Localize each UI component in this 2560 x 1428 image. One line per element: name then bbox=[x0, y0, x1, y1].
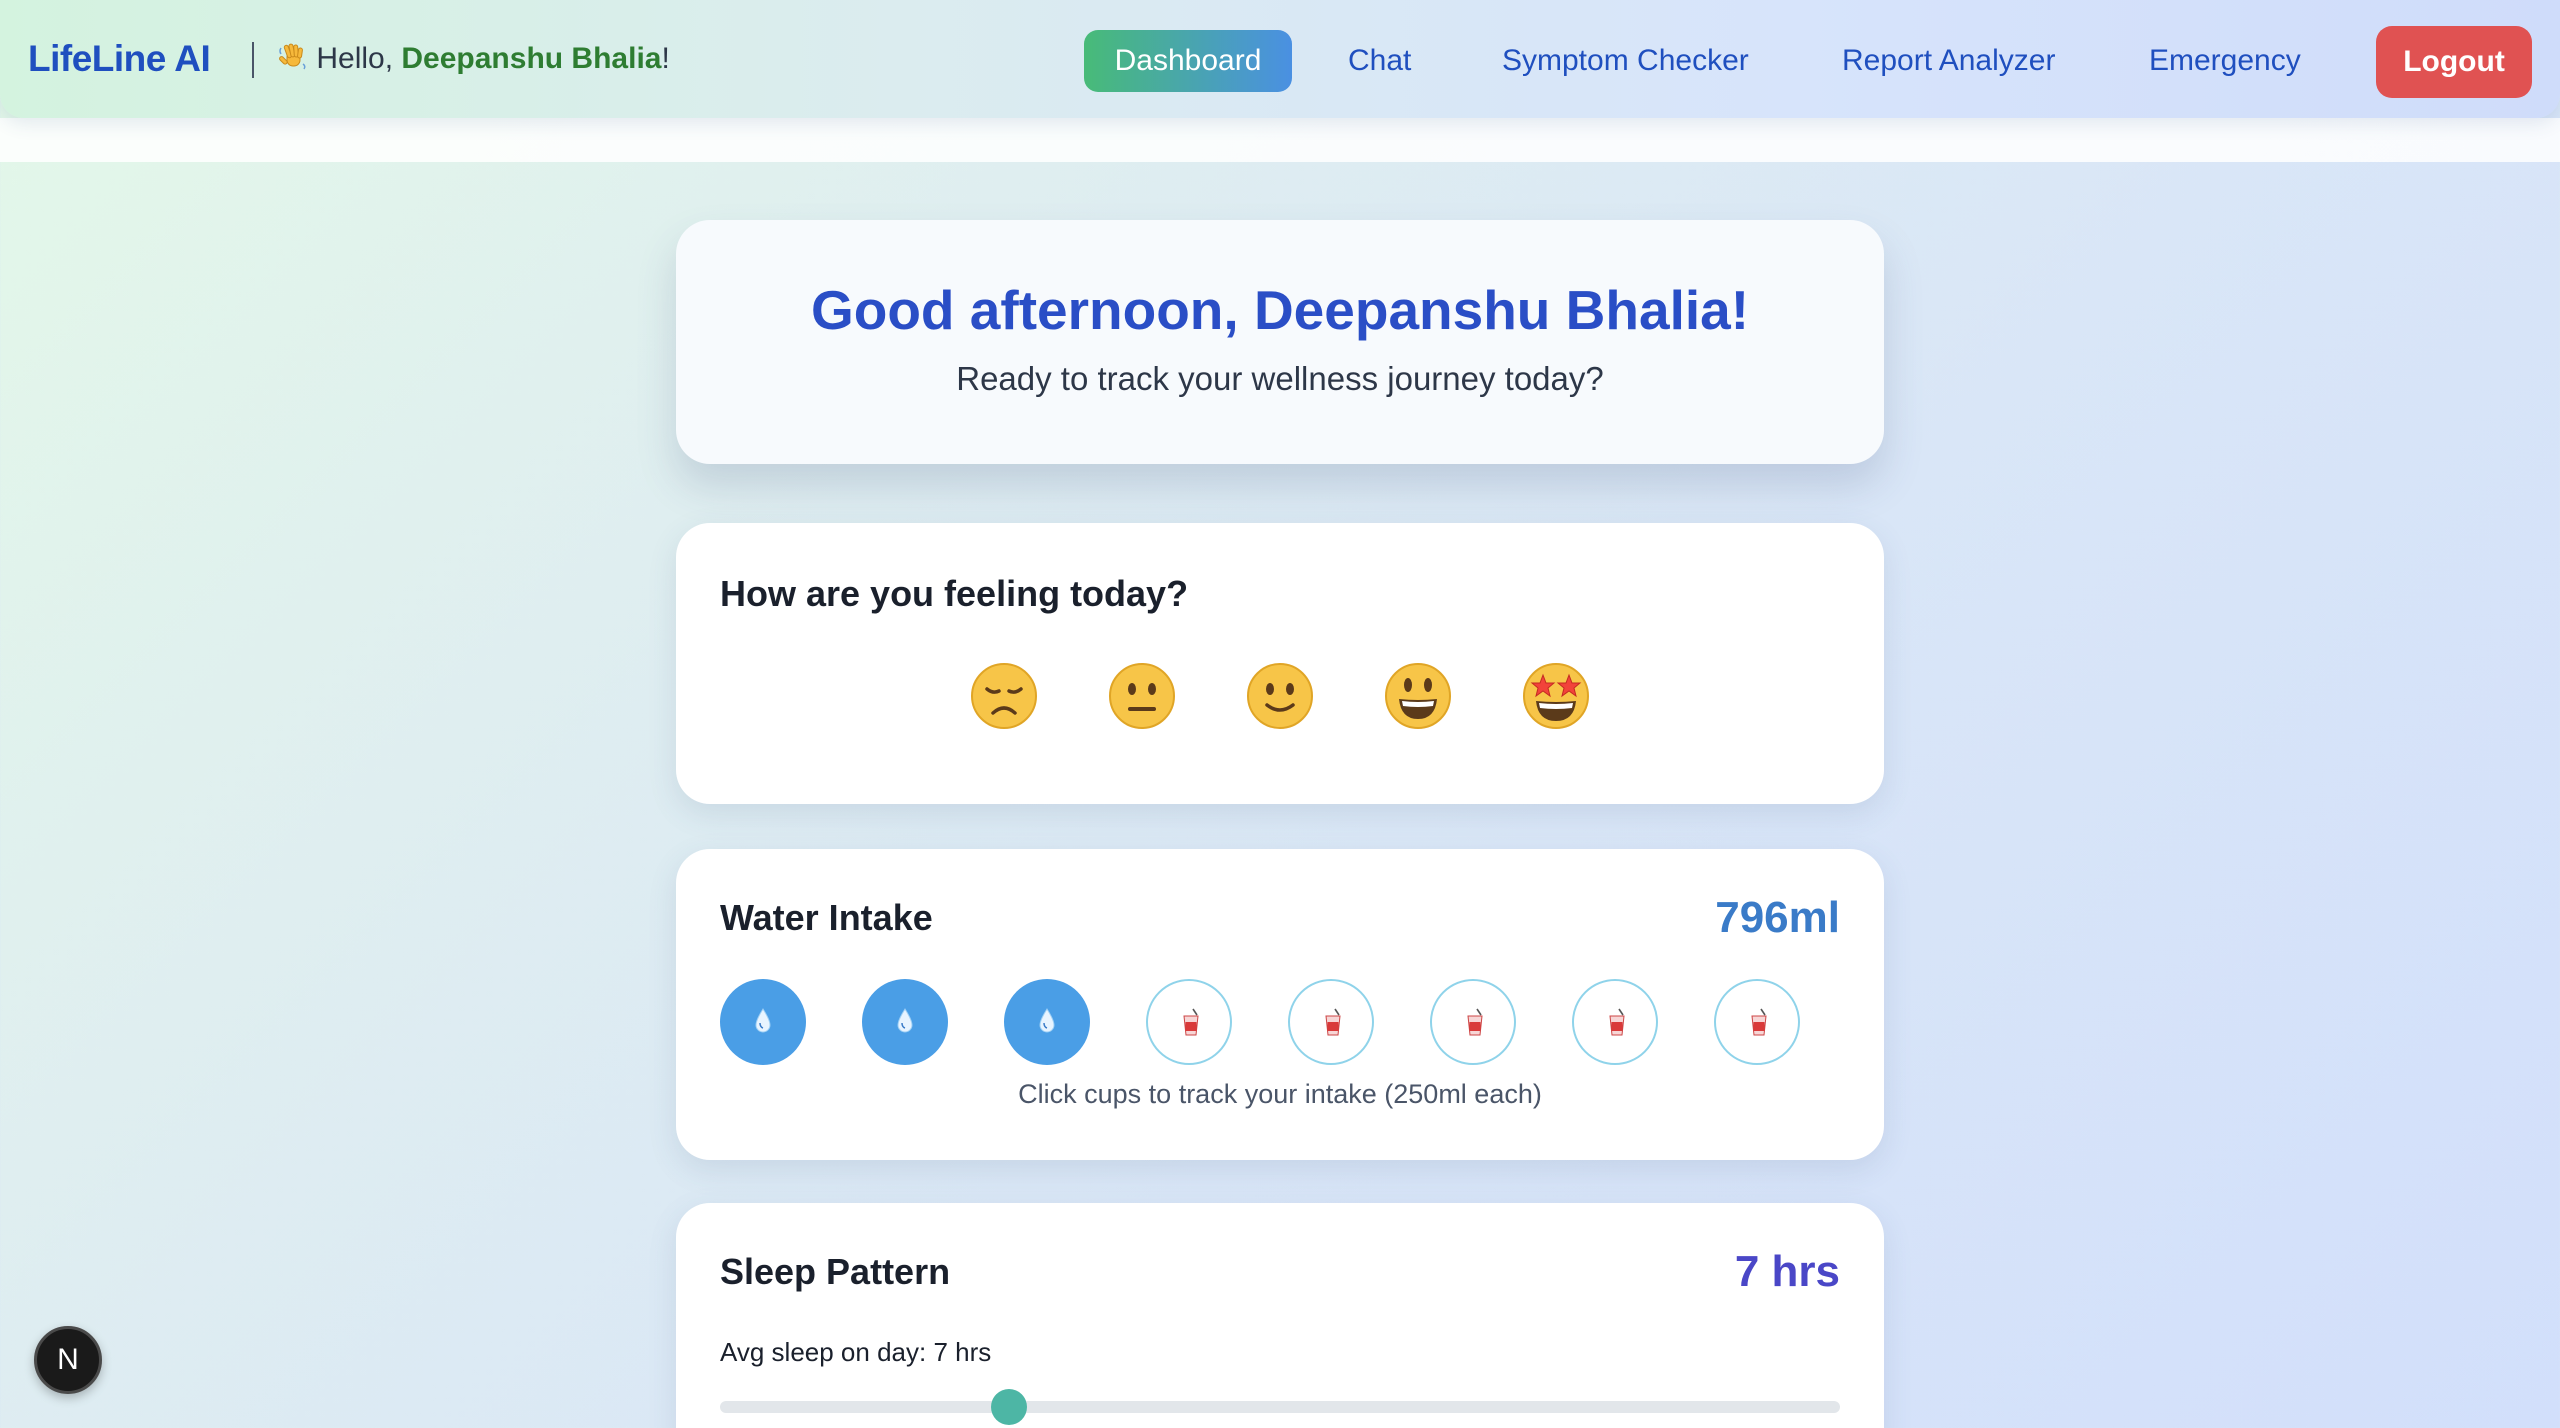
water-intake-value: 796ml bbox=[1715, 893, 1840, 942]
sleep-hours-value: 7 hrs bbox=[1734, 1247, 1840, 1296]
water-cup-empty[interactable] bbox=[1288, 979, 1374, 1065]
greeting-user-name: Deepanshu Bhalia bbox=[401, 42, 662, 75]
neutral-face-icon[interactable] bbox=[1107, 661, 1177, 731]
disappointed-face-icon[interactable] bbox=[969, 661, 1039, 731]
nav-chat-link[interactable]: Chat bbox=[1348, 30, 1411, 92]
waving-hand-icon bbox=[278, 42, 316, 75]
water-cup-empty[interactable] bbox=[1714, 979, 1800, 1065]
nav-emergency-link[interactable]: Emergency bbox=[2149, 30, 2301, 92]
welcome-subtitle: Ready to track your wellness journey tod… bbox=[956, 360, 1604, 397]
water-cups-row bbox=[720, 979, 1840, 1067]
brand-logo[interactable]: LifeLine AI bbox=[28, 38, 211, 80]
welcome-title: Good afternoon, Deepanshu Bhalia! bbox=[810, 279, 1750, 341]
greeting-prefix: Hello, bbox=[316, 42, 402, 75]
logout-button[interactable]: Logout bbox=[2376, 26, 2532, 98]
sleep-slider-thumb[interactable] bbox=[990, 1389, 1027, 1425]
grinning-face-icon[interactable] bbox=[1383, 661, 1453, 731]
brand-divider bbox=[252, 42, 254, 78]
welcome-card: Good afternoon, Deepanshu Bhalia! Ready … bbox=[676, 220, 1884, 464]
navbar-underlay bbox=[0, 118, 2560, 162]
mood-options bbox=[676, 661, 1884, 731]
water-cup-filled[interactable] bbox=[862, 979, 948, 1065]
star-struck-face-icon[interactable] bbox=[1521, 661, 1591, 731]
water-cup-filled[interactable] bbox=[1004, 979, 1090, 1065]
mood-card: How are you feeling today? bbox=[676, 523, 1884, 804]
water-cup-empty[interactable] bbox=[1572, 979, 1658, 1065]
sleep-average-label: Avg sleep on day: 7 hrs bbox=[720, 1337, 992, 1367]
mood-heading: How are you feeling today? bbox=[720, 573, 1189, 614]
nav-report-analyzer-link[interactable]: Report Analyzer bbox=[1842, 30, 2055, 92]
nav-dashboard-button[interactable]: Dashboard bbox=[1084, 30, 1292, 92]
user-greeting: Hello, Deepanshu Bhalia! bbox=[278, 42, 670, 76]
nav-symptom-checker-link[interactable]: Symptom Checker bbox=[1502, 30, 1749, 92]
dev-tools-badge[interactable]: N bbox=[34, 1326, 102, 1394]
water-intake-card: Water Intake 796ml Click cups to track y… bbox=[676, 849, 1884, 1160]
water-intake-heading: Water Intake bbox=[720, 897, 933, 938]
water-cup-filled[interactable] bbox=[720, 979, 806, 1065]
water-cup-empty[interactable] bbox=[1430, 979, 1516, 1065]
sleep-pattern-heading: Sleep Pattern bbox=[720, 1251, 951, 1292]
sleep-slider-track[interactable] bbox=[720, 1389, 1840, 1425]
sleep-pattern-card: Sleep Pattern 7 hrs Avg sleep on day: 7 … bbox=[676, 1203, 1884, 1428]
water-cup-empty[interactable] bbox=[1146, 979, 1232, 1065]
top-navbar: LifeLine AI Hello, Deepanshu Bhalia! Das… bbox=[0, 0, 2560, 118]
greeting-suffix: ! bbox=[661, 42, 670, 75]
slightly-smiling-face-icon[interactable] bbox=[1245, 661, 1315, 731]
water-intake-hint: Click cups to track your intake (250ml e… bbox=[1018, 1079, 1542, 1109]
